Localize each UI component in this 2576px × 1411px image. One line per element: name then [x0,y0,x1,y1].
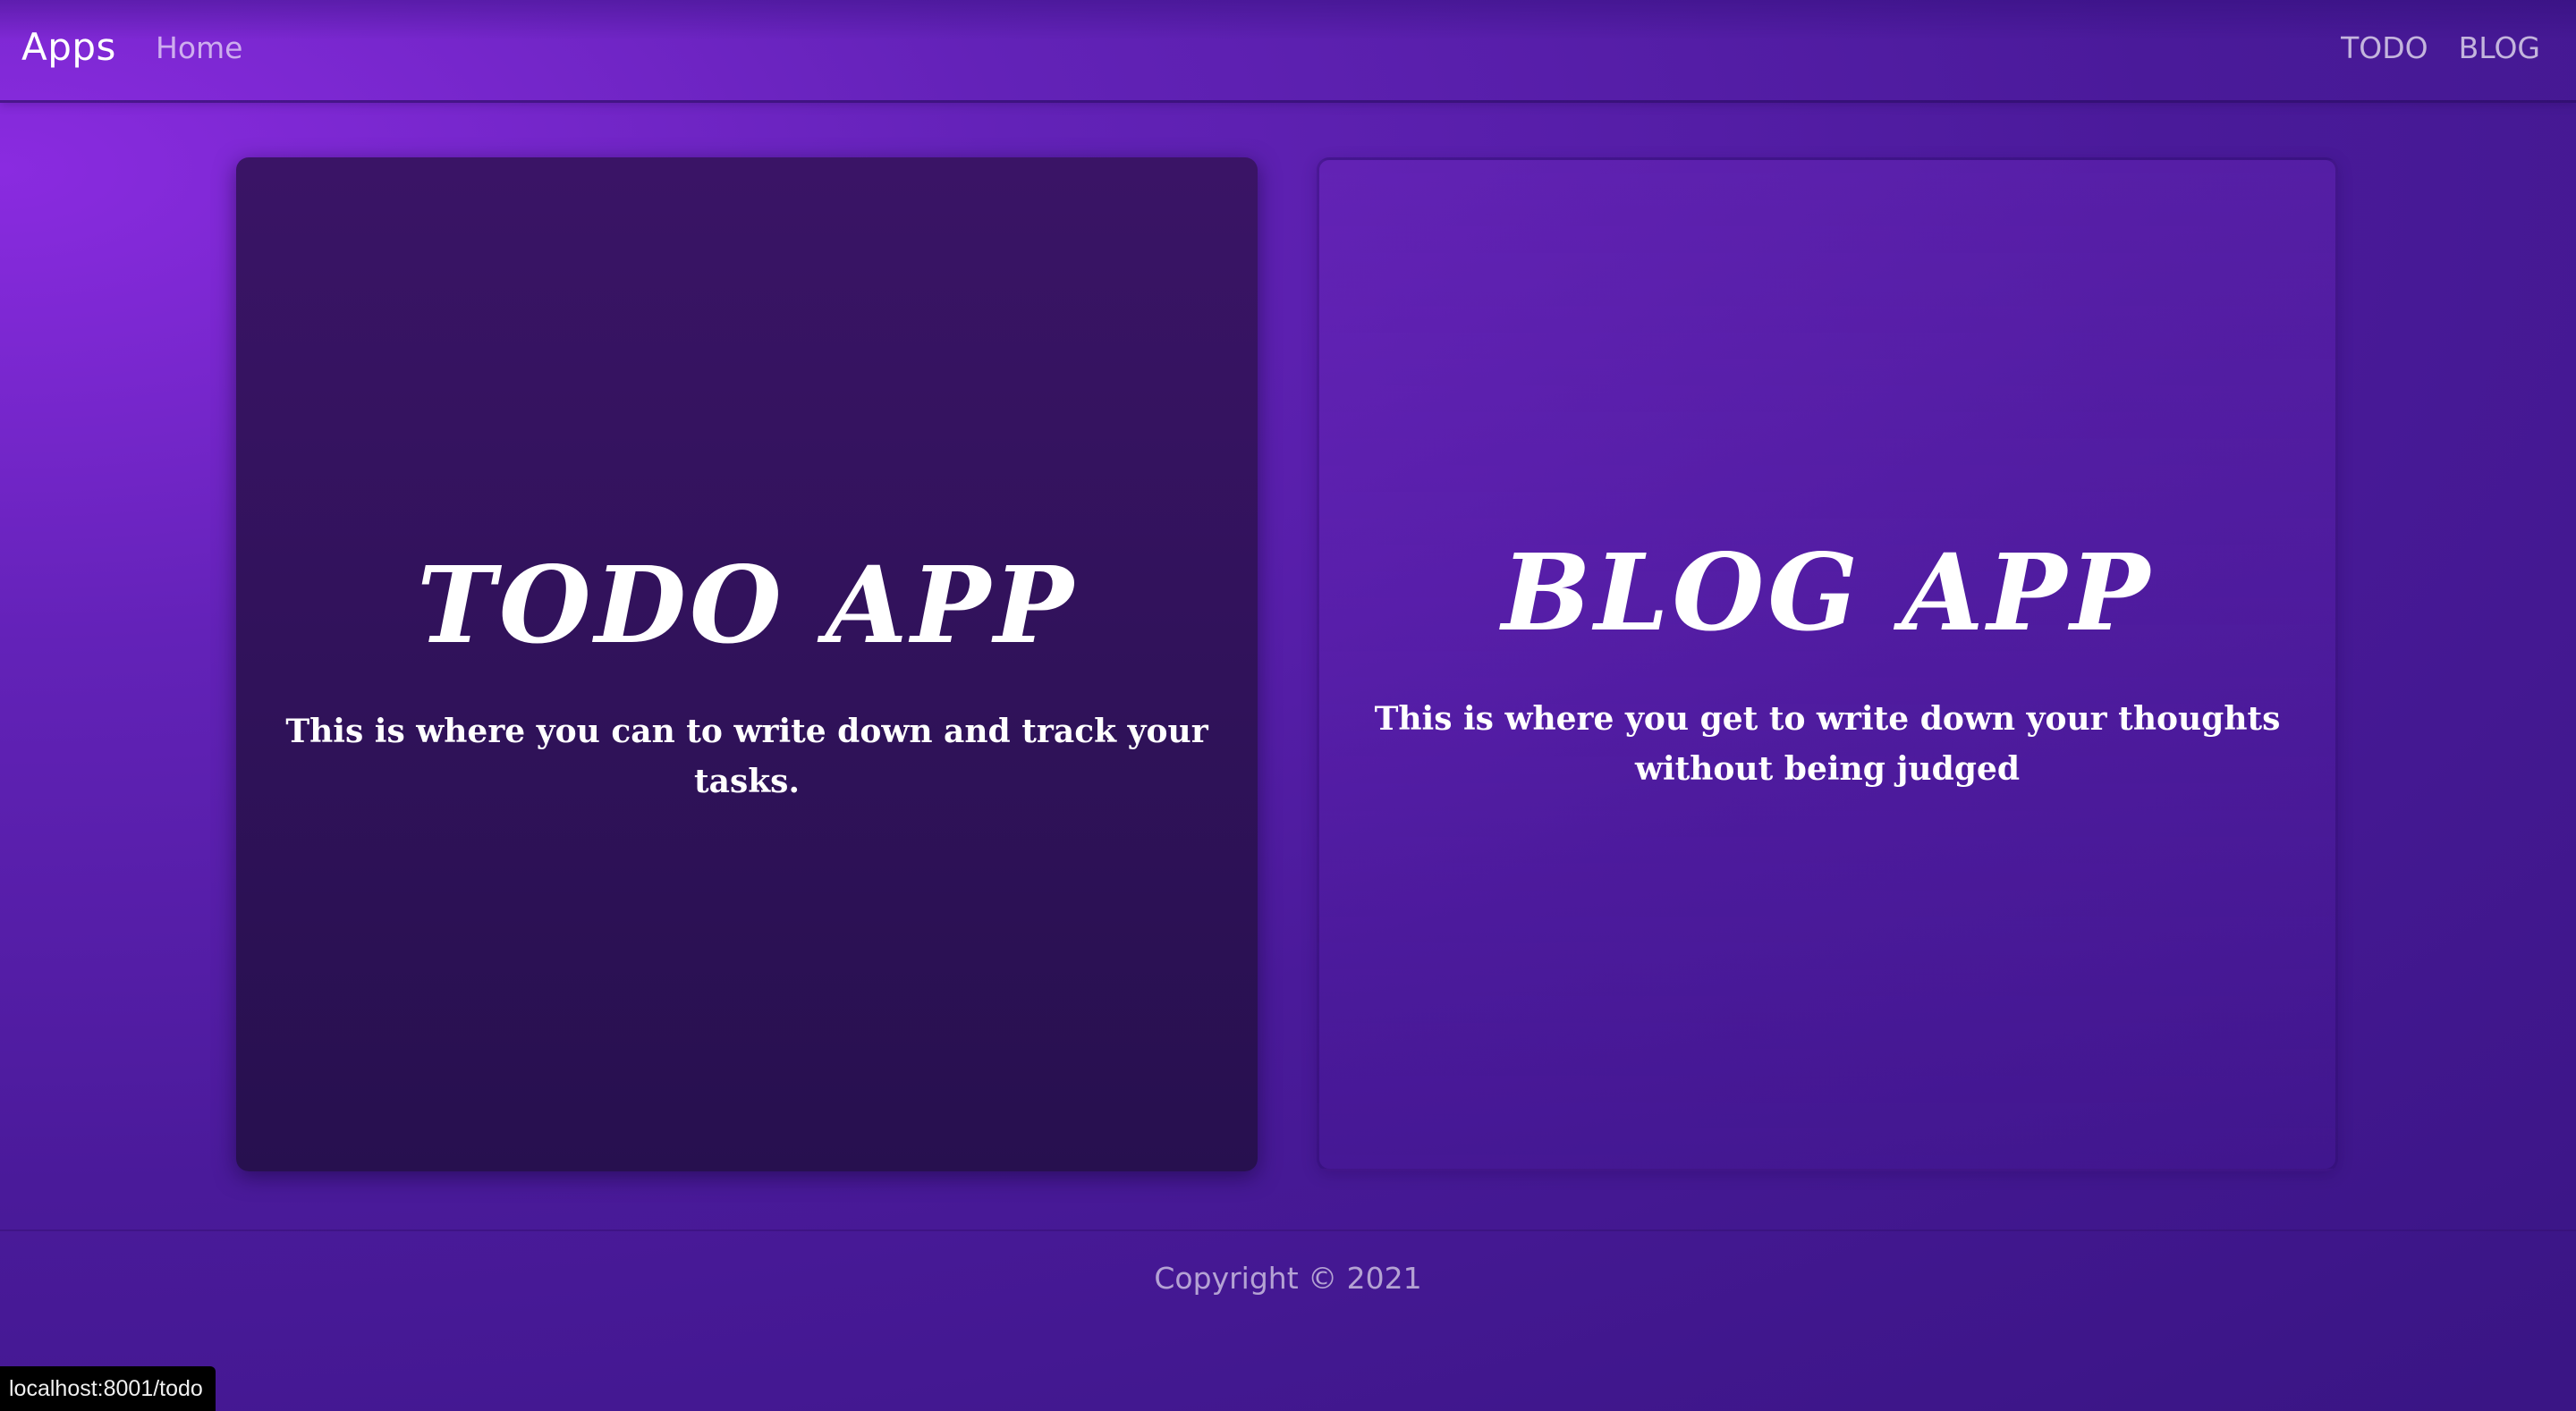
navbar: Apps Home TODO BLOG [0,0,2576,103]
blog-card-title: BLOG APP [1501,530,2154,655]
footer-divider [0,1229,2576,1231]
todo-card-title: TODO APP [417,543,1077,668]
blog-app-card[interactable]: BLOG APP This is where you get to write … [1317,157,2338,1171]
blog-card-description: This is where you get to write down your… [1374,699,2281,788]
todo-card-description: This is where you can to write down and … [285,712,1208,800]
nav-link-todo[interactable]: TODO [2341,30,2428,65]
nav-link-blog[interactable]: BLOG [2459,30,2540,65]
brand-link[interactable]: Apps [21,25,116,69]
nav-right-links: TODO BLOG [2341,30,2540,65]
footer-copyright: Copyright © 2021 [1154,1261,1422,1296]
nav-link-home[interactable]: Home [156,30,242,65]
link-status-bar: localhost:8001/todo [0,1366,216,1411]
todo-app-card[interactable]: TODO APP This is where you can to write … [236,157,1258,1171]
